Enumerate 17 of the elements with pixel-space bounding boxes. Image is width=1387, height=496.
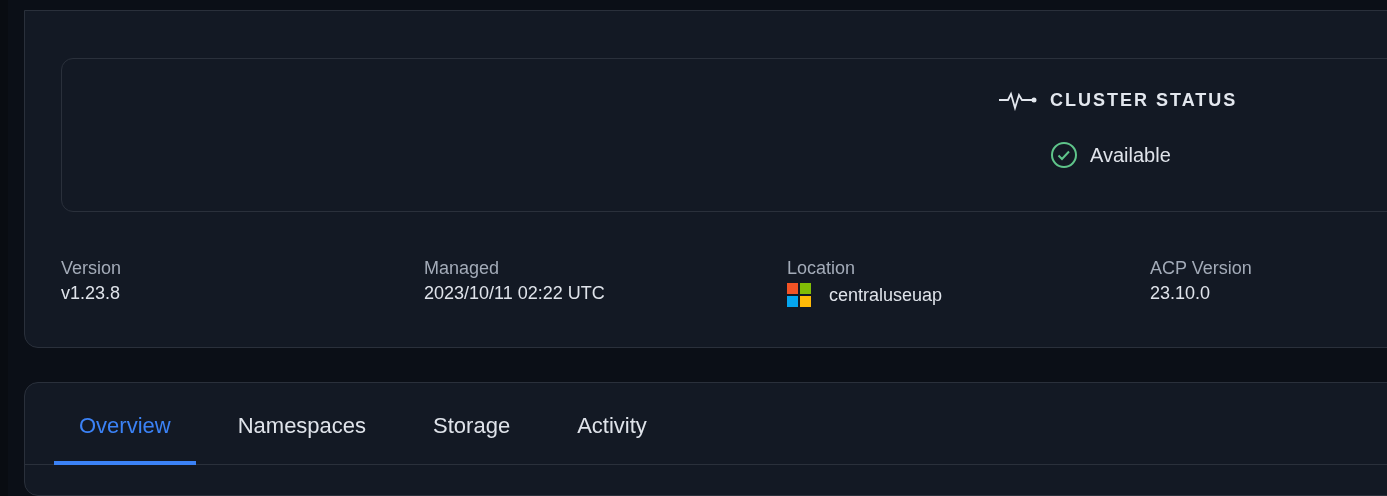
tab[interactable]: Activity bbox=[552, 403, 672, 465]
tab[interactable]: Storage bbox=[408, 403, 536, 465]
detail-value: 23.10.0 bbox=[1150, 283, 1212, 304]
detail-label: Managed bbox=[424, 258, 501, 279]
tab[interactable]: Namespaces bbox=[212, 403, 392, 465]
detail-value: v1.23.8 bbox=[61, 283, 122, 304]
tab[interactable]: Overview bbox=[54, 403, 196, 465]
detail-label: Version bbox=[61, 258, 123, 279]
pulse-icon bbox=[998, 89, 1038, 111]
detail-value: centraluseuap bbox=[829, 284, 943, 306]
status-title: CLUSTER STATUS bbox=[1050, 89, 1238, 111]
detail-label: Location bbox=[787, 258, 857, 279]
detail-label: ACP Version bbox=[1150, 258, 1253, 279]
detail-value: 2023/10/11 02:22 UTC bbox=[424, 283, 606, 304]
four-squares-logo-icon bbox=[787, 283, 811, 307]
status-text: Available bbox=[1090, 143, 1171, 167]
check-circle-icon bbox=[1050, 141, 1078, 169]
